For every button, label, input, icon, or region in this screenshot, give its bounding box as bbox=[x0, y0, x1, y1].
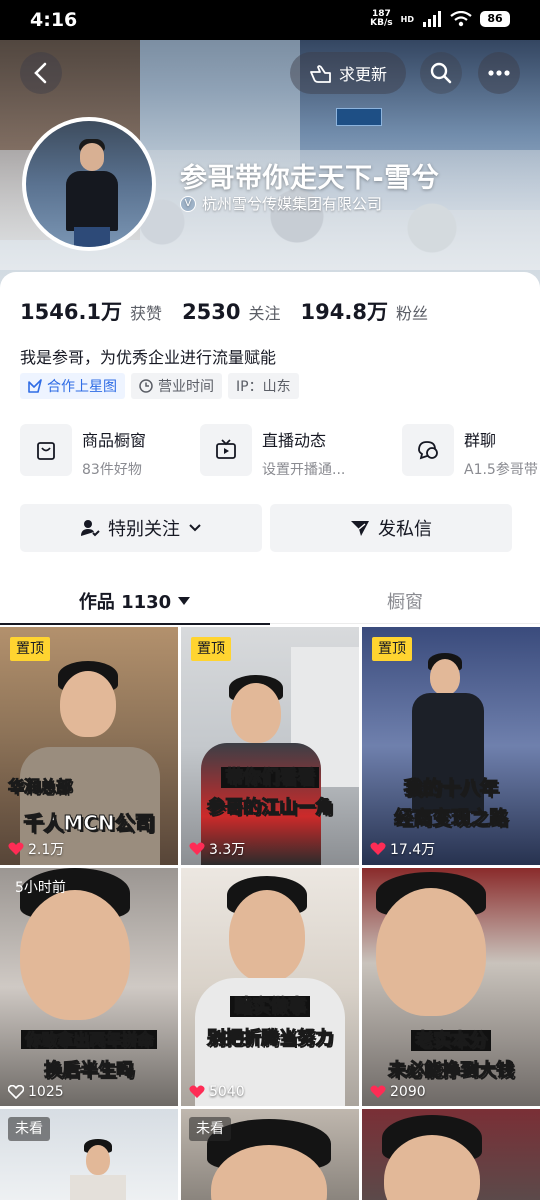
stat-likes[interactable]: 1546.1万 获赞 bbox=[20, 296, 162, 326]
video-likes: 2.1万 bbox=[8, 839, 64, 859]
wifi-icon bbox=[450, 11, 472, 27]
video-likes: 2090 bbox=[370, 1084, 426, 1100]
battery-indicator: 86 bbox=[480, 11, 510, 27]
video-likes: 17.4万 bbox=[370, 839, 435, 859]
verified-organization[interactable]: V 杭州雪兮传媒集团有限公司 bbox=[180, 193, 382, 214]
posted-time: 5小时前 bbox=[15, 880, 66, 896]
search-icon bbox=[430, 62, 452, 84]
profile-card: 1546.1万 获赞 2530 关注 194.8万 粉丝 我是参哥，为优秀企业进… bbox=[0, 272, 540, 1200]
unwatched-badge: 未看 bbox=[8, 1117, 50, 1141]
user-follow-icon bbox=[81, 520, 100, 537]
tag-ip-location: IP：山东 bbox=[228, 373, 299, 399]
heart-icon bbox=[189, 1085, 205, 1098]
profile-avatar[interactable] bbox=[22, 117, 156, 251]
tab-showcase[interactable]: 橱窗 bbox=[270, 578, 540, 624]
banner-stage-screen bbox=[336, 108, 382, 126]
pinned-badge: 置顶 bbox=[191, 637, 231, 661]
tv-icon bbox=[216, 439, 236, 459]
video-likes: 1025 bbox=[8, 1084, 64, 1100]
tag-star-map[interactable]: 合作上星图 bbox=[20, 373, 125, 399]
heart-icon bbox=[370, 842, 386, 855]
send-message-button[interactable]: 发私信 bbox=[270, 504, 512, 552]
signal-icon bbox=[423, 11, 441, 27]
shopping-bag-icon bbox=[37, 442, 55, 460]
more-options-button[interactable] bbox=[478, 52, 520, 94]
video-card[interactable] bbox=[362, 1109, 540, 1200]
tab-works[interactable]: 作品 1130 bbox=[0, 578, 270, 625]
heart-icon bbox=[189, 842, 205, 855]
heart-icon bbox=[8, 842, 24, 855]
tag-business-hours[interactable]: 营业时间 bbox=[131, 373, 222, 399]
stats-row: 1546.1万 获赞 2530 关注 194.8万 粉丝 bbox=[20, 296, 428, 326]
pinned-badge: 置顶 bbox=[10, 637, 50, 661]
video-card[interactable]: 踏实做事 别把折腾当努力 5040 bbox=[181, 868, 359, 1106]
star-map-icon bbox=[28, 379, 42, 393]
network-speed: 187 KB/s bbox=[370, 9, 393, 28]
chat-bubble-icon bbox=[418, 441, 438, 460]
video-caption-line2: 经商变现之路 bbox=[393, 807, 508, 830]
video-caption-line2: 别把折腾当努力 bbox=[207, 1028, 334, 1050]
video-card[interactable]: 置顶 带你们看看 参哥的江山一角 3.3万 bbox=[181, 627, 359, 865]
video-card[interactable]: 未看 bbox=[181, 1109, 359, 1200]
video-caption-line1: 踏实做事 bbox=[230, 996, 310, 1018]
hd-indicator: HD bbox=[400, 14, 414, 24]
video-card[interactable]: 老实本分 未必能挣到大钱 2090 bbox=[362, 868, 540, 1106]
back-button[interactable] bbox=[20, 52, 62, 94]
feature-product-showcase[interactable]: 商品橱窗 83件好物 bbox=[20, 424, 146, 480]
status-time: 4:16 bbox=[30, 9, 78, 31]
caret-down-icon bbox=[178, 597, 191, 605]
video-caption-line1: 我的十八年 bbox=[403, 777, 499, 800]
feature-group-chat[interactable]: 群聊 A1.5参哥带 bbox=[402, 424, 538, 480]
video-caption-line2: 参哥的江山一角 bbox=[207, 797, 334, 819]
heart-outline-icon bbox=[8, 1085, 24, 1099]
video-caption-line2: 换后半生吗 bbox=[44, 1060, 135, 1082]
stat-following[interactable]: 2530 关注 bbox=[182, 300, 280, 324]
video-card[interactable]: 置顶 华润总部 千人MCN公司 2.1万 bbox=[0, 627, 178, 865]
profile-name: 参哥带你走天下-雪兮 bbox=[180, 163, 440, 194]
video-caption-line1: 你敢拿出两年拼命 bbox=[20, 1030, 157, 1050]
request-update-button[interactable]: 求更新 bbox=[290, 52, 406, 94]
clock-icon bbox=[139, 379, 153, 393]
unwatched-badge: 未看 bbox=[189, 1117, 231, 1141]
video-card[interactable]: 未看 bbox=[0, 1109, 178, 1200]
video-caption-line2: 千人MCN公司 bbox=[23, 811, 155, 836]
action-buttons: 特别关注 发私信 bbox=[20, 504, 512, 552]
video-caption-line1: 老实本分 bbox=[411, 1030, 491, 1052]
profile-bio: 我是参哥，为优秀企业进行流量赋能 bbox=[20, 348, 277, 367]
verified-badge-icon: V bbox=[180, 195, 196, 212]
pinned-badge: 置顶 bbox=[372, 637, 412, 661]
verified-organization-label: 杭州雪兮传媒集团有限公司 bbox=[202, 195, 383, 213]
chevron-down-icon bbox=[189, 524, 201, 532]
search-button[interactable] bbox=[420, 52, 462, 94]
video-caption-line2: 未必能挣到大钱 bbox=[388, 1060, 515, 1082]
more-dots-icon bbox=[488, 70, 510, 76]
chevron-left-icon bbox=[34, 62, 47, 84]
request-update-label: 求更新 bbox=[338, 65, 387, 84]
heart-icon bbox=[370, 1085, 386, 1098]
video-card[interactable]: 置顶 我的十八年 经商变现之路 17.4万 bbox=[362, 627, 540, 865]
profile-tags: 合作上星图 营业时间 IP：山东 bbox=[20, 373, 299, 399]
video-card[interactable]: 5小时前 你敢拿出两年拼命 换后半生吗 1025 bbox=[0, 868, 178, 1106]
feature-live-updates[interactable]: 直播动态 设置开播通... bbox=[200, 424, 345, 480]
video-caption-line1: 带你们看看 bbox=[221, 767, 319, 789]
stat-followers[interactable]: 194.8万 粉丝 bbox=[301, 296, 428, 326]
video-likes: 5040 bbox=[189, 1084, 245, 1100]
video-caption-line1: 华润总部 bbox=[8, 777, 73, 797]
content-tabs: 作品 1130 橱窗 bbox=[0, 578, 540, 625]
special-follow-button[interactable]: 特别关注 bbox=[20, 504, 262, 552]
video-likes: 3.3万 bbox=[189, 839, 245, 859]
paper-plane-icon bbox=[351, 521, 369, 536]
feature-entries: 商品橱窗 83件好物 直播动态 设置开播通... 群聊 A1.5参哥带 bbox=[20, 424, 540, 480]
pointing-hand-icon bbox=[310, 65, 331, 83]
status-bar: 4:16 187 KB/s HD 86 bbox=[0, 0, 540, 40]
